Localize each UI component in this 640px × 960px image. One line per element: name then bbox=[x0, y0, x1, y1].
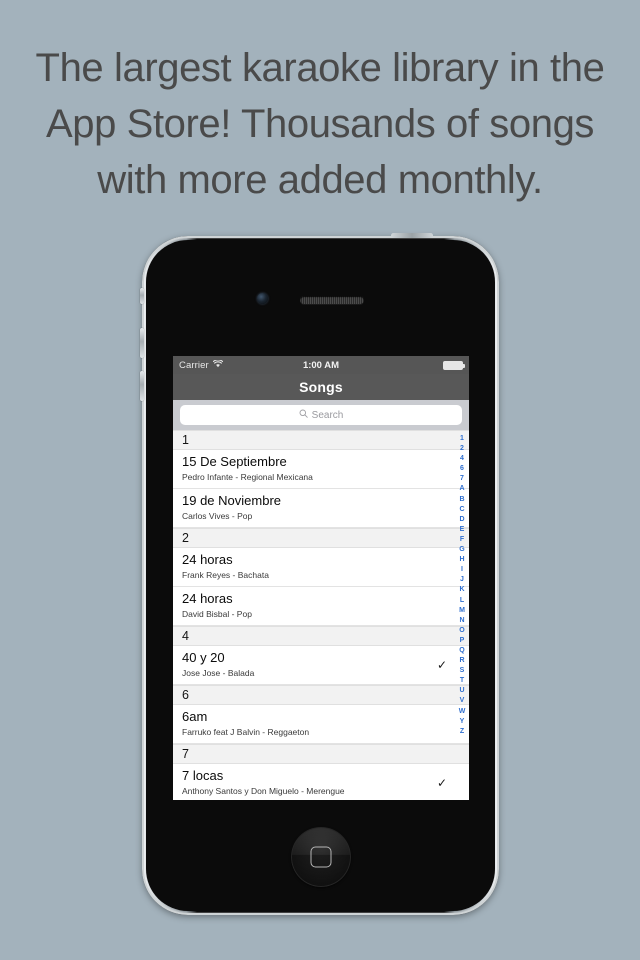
song-title: 40 y 20 bbox=[182, 650, 225, 665]
index-entry[interactable]: 2 bbox=[460, 444, 464, 454]
song-title: 6am bbox=[182, 709, 208, 724]
song-subtitle: Anthony Santos y Don Miguelo - Merengue bbox=[182, 786, 345, 796]
index-entry[interactable]: 4 bbox=[460, 454, 464, 464]
battery-icon bbox=[443, 360, 465, 370]
phone-device: Carrier 1:00 AM Songs Search 1 15 De Sep… bbox=[140, 233, 499, 915]
song-title: 24 horas bbox=[182, 591, 233, 606]
index-entry[interactable]: I bbox=[461, 565, 463, 575]
section-header: 1 bbox=[173, 430, 469, 450]
index-entry[interactable]: S bbox=[460, 666, 465, 676]
index-entry[interactable]: 6 bbox=[460, 464, 464, 474]
index-entry[interactable]: T bbox=[460, 676, 464, 686]
table-row[interactable]: 7 locas Anthony Santos y Don Miguelo - Me… bbox=[173, 764, 469, 800]
song-subtitle: David Bisbal - Pop bbox=[182, 609, 252, 619]
checkmark-icon: ✓ bbox=[436, 776, 447, 790]
index-entry[interactable]: L bbox=[460, 596, 464, 606]
song-subtitle: Pedro Infante - Regional Mexicana bbox=[182, 472, 313, 482]
navbar-title: Songs bbox=[299, 379, 343, 395]
volume-down-button[interactable] bbox=[140, 371, 144, 401]
index-entry[interactable]: Z bbox=[460, 727, 464, 737]
search-input[interactable]: Search bbox=[180, 405, 462, 425]
navigation-bar: Songs bbox=[173, 374, 469, 400]
mute-switch[interactable] bbox=[140, 288, 144, 304]
headline-line-2: App Store! Thousands of songs bbox=[45, 102, 595, 146]
song-title: 15 De Septiembre bbox=[182, 454, 287, 469]
table-row[interactable]: 24 horas Frank Reyes - Bachata bbox=[173, 548, 469, 587]
table-row[interactable]: 40 y 20 Jose Jose - Balada ✓ bbox=[173, 646, 469, 685]
index-entry[interactable]: Y bbox=[460, 717, 465, 727]
home-button[interactable] bbox=[290, 827, 351, 887]
table-row[interactable]: 24 horas David Bisbal - Pop bbox=[173, 587, 469, 626]
index-entry[interactable]: W bbox=[459, 707, 466, 717]
song-title: 7 locas bbox=[182, 768, 224, 783]
table-row[interactable]: 6am Farruko feat J Balvin - Reggaeton bbox=[173, 705, 469, 744]
checkmark-icon: ✓ bbox=[436, 658, 447, 672]
index-entry[interactable]: F bbox=[460, 535, 464, 545]
search-icon bbox=[299, 409, 308, 421]
section-header: 4 bbox=[173, 626, 469, 646]
index-entry[interactable]: G bbox=[459, 545, 464, 555]
index-entry[interactable]: B bbox=[459, 495, 464, 505]
index-entry[interactable]: 7 bbox=[460, 474, 464, 484]
status-bar-right bbox=[443, 360, 465, 370]
index-entry[interactable]: V bbox=[460, 696, 465, 706]
index-entry[interactable]: K bbox=[459, 585, 464, 595]
section-header: 2 bbox=[173, 528, 469, 548]
volume-up-button[interactable] bbox=[140, 328, 144, 358]
index-entry[interactable]: R bbox=[459, 656, 464, 666]
index-entry[interactable]: H bbox=[459, 555, 464, 565]
index-entry[interactable]: J bbox=[460, 575, 464, 585]
index-entry[interactable]: N bbox=[459, 616, 464, 626]
index-entry[interactable]: A bbox=[459, 484, 464, 494]
earpiece-speaker-icon bbox=[300, 296, 364, 304]
table-row[interactable]: 19 de Noviembre Carlos Vives - Pop bbox=[173, 489, 469, 528]
home-button-icon bbox=[310, 846, 331, 868]
song-title: 24 horas bbox=[182, 552, 233, 567]
song-title: 19 de Noviembre bbox=[182, 493, 281, 508]
search-placeholder: Search bbox=[311, 409, 344, 421]
index-entry[interactable]: C bbox=[459, 505, 464, 515]
index-entry[interactable]: P bbox=[460, 636, 465, 646]
index-entry[interactable]: M bbox=[459, 606, 465, 616]
index-entry[interactable]: 1 bbox=[460, 434, 464, 444]
status-bar-left: Carrier bbox=[179, 358, 223, 371]
status-bar: Carrier 1:00 AM bbox=[173, 356, 469, 374]
power-button[interactable] bbox=[391, 233, 433, 238]
index-entry[interactable]: Q bbox=[459, 646, 464, 656]
device-screen: Carrier 1:00 AM Songs Search 1 15 De Sep… bbox=[173, 356, 469, 800]
song-subtitle: Jose Jose - Balada bbox=[182, 668, 255, 678]
front-camera-icon bbox=[257, 293, 268, 304]
section-header: 7 bbox=[173, 744, 469, 764]
index-entry[interactable]: E bbox=[460, 525, 465, 535]
carrier-label: Carrier bbox=[179, 359, 209, 371]
song-subtitle: Frank Reyes - Bachata bbox=[182, 570, 269, 580]
wifi-icon bbox=[212, 358, 223, 371]
page-title: The largest karaoke library in the App S… bbox=[0, 40, 640, 208]
song-subtitle: Farruko feat J Balvin - Reggaeton bbox=[182, 727, 310, 737]
song-list-content: 1 15 De Septiembre Pedro Infante - Regiona… bbox=[173, 430, 469, 800]
section-header: 6 bbox=[173, 685, 469, 705]
song-subtitle: Carlos Vives - Pop bbox=[182, 511, 253, 521]
section-index-bar[interactable]: 12467ABCDEFGHIJKLMNOPQRSTUVWYZ bbox=[455, 430, 469, 800]
headline-line-1: The largest karaoke library in the bbox=[35, 46, 605, 90]
song-list[interactable]: 1 15 De Septiembre Pedro Infante - Regiona… bbox=[173, 430, 469, 800]
index-entry[interactable]: O bbox=[459, 626, 464, 636]
search-bar-container: Search bbox=[173, 400, 469, 430]
table-row[interactable]: 15 De Septiembre Pedro Infante - Regional… bbox=[173, 450, 469, 489]
page-root: The largest karaoke library in the App S… bbox=[0, 0, 640, 960]
index-entry[interactable]: D bbox=[459, 515, 464, 525]
index-entry[interactable]: U bbox=[459, 686, 464, 696]
headline-line-3: with more added monthly. bbox=[97, 158, 543, 202]
